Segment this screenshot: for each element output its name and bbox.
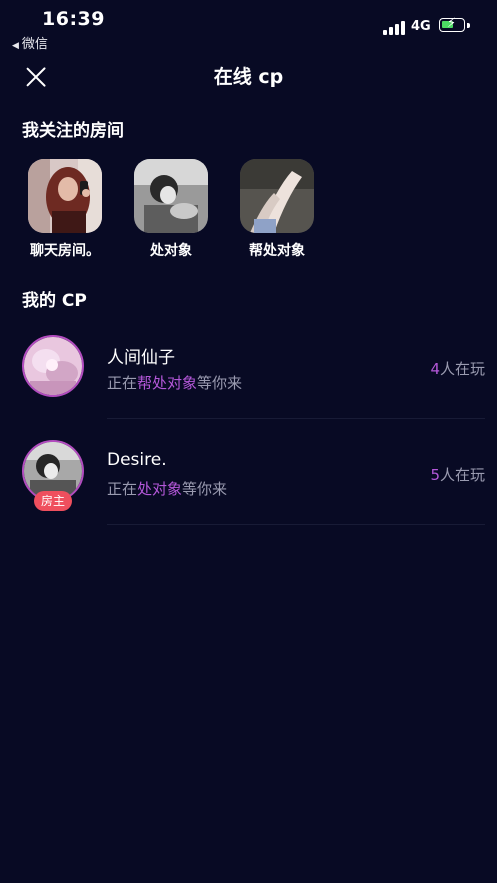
player-count-number: 5 <box>430 466 440 484</box>
divider <box>107 524 485 525</box>
host-badge: 房主 <box>34 491 72 511</box>
page-title: 在线 cp <box>213 66 284 88</box>
player-count-suffix: 人在玩 <box>439 466 485 484</box>
battery-tip <box>467 23 470 28</box>
followed-room-card[interactable]: 聊天房间。 <box>15 159 115 260</box>
divider <box>107 418 485 419</box>
avatar <box>22 335 84 397</box>
back-app-label: 微信 <box>21 37 48 52</box>
back-to-app-link[interactable]: ◀ 微信 <box>12 33 48 52</box>
cp-room-link[interactable]: 帮处对象 <box>137 374 197 392</box>
player-count: 4人在玩 <box>430 358 485 379</box>
status-time: 16:39 <box>42 8 105 30</box>
player-count-suffix: 人在玩 <box>439 360 485 378</box>
network-type: 4G <box>411 19 431 34</box>
followed-room-card[interactable]: 帮处对象 <box>227 159 327 260</box>
status-bar: 16:39 ◀ 微信 4G ⚡ <box>0 0 497 56</box>
signal-icon <box>383 19 407 35</box>
room-label: 帮处对象 <box>249 243 305 259</box>
cp-status: 正在帮处对象等你来 <box>107 372 242 393</box>
cp-name: Desire. <box>107 450 167 470</box>
room-thumbnail <box>28 159 102 233</box>
room-label: 聊天房间。 <box>30 243 100 259</box>
battery-icon: ⚡ <box>439 16 465 32</box>
followed-room-card[interactable]: 处对象 <box>121 159 221 260</box>
status-prefix: 正在 <box>107 480 138 498</box>
player-count: 5人在玩 <box>430 464 485 485</box>
room-label: 处对象 <box>150 243 192 259</box>
room-thumbnail <box>134 159 208 233</box>
cp-name: 人间仙子 <box>107 348 175 368</box>
status-suffix: 等你来 <box>197 374 243 392</box>
player-count-number: 4 <box>430 360 440 378</box>
cp-room-link[interactable]: 处对象 <box>137 480 182 498</box>
status-prefix: 正在 <box>107 374 138 392</box>
cp-list-item[interactable]: 房主 Desire. 正在处对象等你来 5人在玩 <box>0 420 497 525</box>
cp-list-item[interactable]: 人间仙子 正在帮处对象等你来 4人在玩 <box>0 316 497 420</box>
my-cp-title: 我的 CP <box>22 291 87 311</box>
room-thumbnail <box>240 159 314 233</box>
back-triangle-icon: ◀ <box>12 41 19 51</box>
followed-rooms-title: 我关注的房间 <box>22 121 124 141</box>
cp-status: 正在处对象等你来 <box>107 478 227 499</box>
status-suffix: 等你来 <box>182 480 228 498</box>
